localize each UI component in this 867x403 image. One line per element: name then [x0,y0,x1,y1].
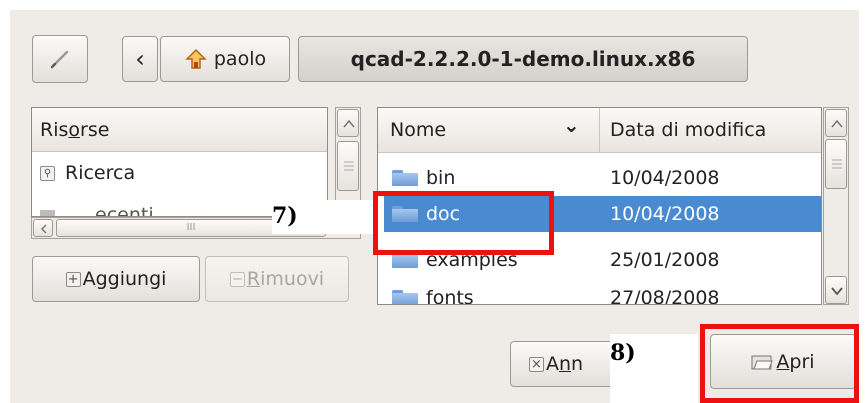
grip-icon [832,159,842,169]
file-scroll-thumb[interactable] [825,139,847,189]
close-icon: × [529,356,544,372]
annotation-label-7: 7) [272,200,376,234]
file-row-fonts[interactable]: fonts 27/08/2008 [384,280,821,305]
places-scroll-thumb[interactable] [337,141,359,191]
file-date: 25/01/2008 [610,249,720,271]
file-name-cell: bin [392,167,455,189]
file-list-vscrollbar[interactable] [823,107,849,305]
file-name: fonts [426,287,474,305]
file-date: 10/04/2008 [610,203,720,225]
chevron-left-icon: ‹ [135,45,145,73]
recent-icon [40,210,55,216]
path-button-current[interactable]: qcad-2.2.2.0-1-demo.linux.x86 [298,36,748,82]
minus-icon: − [229,271,245,287]
places-item-search-label: Ricerca [65,162,136,184]
plus-icon: + [65,271,81,287]
column-header-name[interactable]: Nome ⌄ [378,108,600,152]
chevron-left-icon [40,224,47,234]
search-icon: ⚲ [40,165,55,181]
file-name: bin [426,167,456,189]
places-item-search[interactable]: ⚲ Ricerca [40,162,135,184]
annotation-box-7 [373,191,554,255]
annotation-box-8 [700,324,859,403]
grip-icon [344,161,354,171]
cancel-label: Ann [546,353,584,375]
places-item-recent[interactable]: ecenti [40,204,154,217]
places-scroll-up-button[interactable] [337,109,359,137]
home-up-arrow-icon [185,48,207,69]
grip-label: III [186,222,196,233]
file-date: 10/04/2008 [610,167,720,189]
file-scroll-up-button[interactable] [825,109,847,137]
places-item-recent-label: ecenti [95,204,154,217]
file-name-cell: fonts [392,287,474,305]
pencil-icon [50,50,69,69]
chevron-up-icon [831,119,843,128]
column-header-date[interactable]: Data di modifica [600,108,821,152]
chevron-up-icon [343,119,355,128]
remove-bookmark-button[interactable]: − Rimuovi [205,256,349,302]
folder-icon [392,170,418,186]
chevron-down-icon: ⌄ [563,113,580,137]
path-button-current-label: qcad-2.2.2.0-1-demo.linux.x86 [350,47,696,71]
edit-path-button[interactable] [32,35,88,83]
folder-icon [392,290,418,304]
file-scroll-down-button[interactable] [825,276,847,304]
file-chooser-dialog: ‹ paolo qcad-2.2.2.0-1-demo.linux.x86 Ri… [10,10,859,403]
column-header-date-label: Data di modifica [610,119,767,141]
places-header[interactable]: Risorse [32,108,327,152]
file-date: 27/08/2008 [610,287,720,305]
column-header-name-label: Nome [390,119,447,141]
add-bookmark-label: Aggiungi [82,268,167,290]
places-scroll-left-button[interactable] [33,219,53,237]
path-button-home[interactable]: paolo [160,36,290,82]
path-button-home-label: paolo [213,48,267,70]
annotation-label-8: 8) [610,334,698,403]
add-bookmark-button[interactable]: + Aggiungi [32,256,200,302]
remove-bookmark-label: Rimuovi [246,268,325,290]
chevron-down-icon [831,287,843,296]
back-button[interactable]: ‹ [122,36,158,82]
file-list-header: Nome ⌄ Data di modifica [378,108,821,153]
places-header-text: Risorse [40,118,110,141]
